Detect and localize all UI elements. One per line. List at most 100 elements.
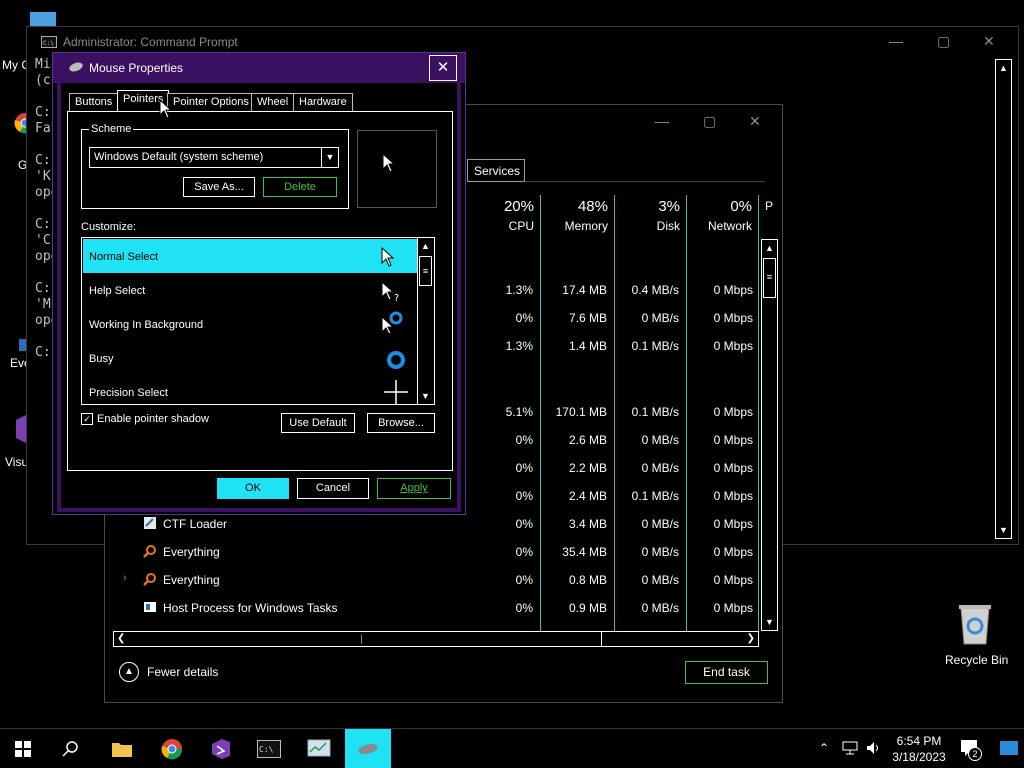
cpu-cell: 0% <box>515 517 533 531</box>
close-button[interactable]: ✕ <box>429 55 457 81</box>
command-prompt-button[interactable]: C:\ <box>246 729 292 768</box>
pointer-name: Precision Select <box>89 387 168 399</box>
memory-cell: 3.4 MB <box>568 517 607 531</box>
pointer-shadow-checkbox[interactable]: ✓ <box>81 413 93 425</box>
task-manager-button[interactable] <box>296 729 342 768</box>
pointer-list[interactable]: Normal Select Help Select ? Working In B… <box>81 237 435 405</box>
tab-buttons[interactable]: Buttons <box>69 93 119 112</box>
search-button[interactable] <box>48 729 94 768</box>
column-header-cpu[interactable]: 20% CPU <box>467 195 541 237</box>
tab-services[interactable]: Services <box>467 159 525 182</box>
cpu-total: 20% <box>503 198 534 215</box>
minimize-button[interactable]: — <box>655 113 669 129</box>
svg-text:?: ? <box>394 293 399 303</box>
scroll-up-icon[interactable]: ▲ <box>762 240 777 256</box>
search-icon <box>62 741 78 757</box>
disk-cell: 0.1 MB/s <box>631 339 679 353</box>
list-item[interactable]: Working In Background <box>83 307 417 341</box>
list-scrollbar[interactable]: ▲ ≡ ▼ <box>417 238 434 404</box>
tab-pointer-options[interactable]: Pointer Options <box>167 93 255 112</box>
disk-cell: 0 MB/s <box>641 601 679 615</box>
list-item[interactable]: Help Select ? <box>83 273 417 307</box>
column-header-network[interactable]: 0% Network <box>687 195 759 237</box>
process-name: Host Process for Windows Tasks <box>163 601 338 615</box>
disk-cell: 0.1 MB/s <box>631 405 679 419</box>
end-task-button[interactable]: End task <box>685 661 768 684</box>
scroll-left-icon[interactable]: ❮ <box>117 633 125 644</box>
network-cell: 0 Mbps <box>713 283 753 297</box>
column-header-power[interactable]: P <box>759 195 775 237</box>
memory-cell: 2.4 MB <box>568 489 607 503</box>
column-header-disk[interactable]: 3% Disk <box>615 195 687 237</box>
cpu-cell: 0% <box>515 489 533 503</box>
table-row[interactable]: Everything 0% 35.4 MB 0 MB/s 0 Mbps <box>113 538 761 566</box>
table-row[interactable]: › Everything 0% 0.8 MB 0 MB/s 0 Mbps <box>113 566 761 594</box>
tab-wheel[interactable]: Wheel <box>251 93 295 112</box>
desktop-icon-recycle-bin[interactable]: Recycle Bin <box>942 602 1008 672</box>
maximize-button[interactable]: ▢ <box>937 33 950 50</box>
window-title-bar: C:\ Administrator: Command Prompt <box>41 35 238 49</box>
network-icon[interactable] <box>842 741 858 755</box>
chevron-down-icon[interactable]: ▼ <box>321 148 338 167</box>
scroll-down-icon[interactable]: ▼ <box>418 388 433 404</box>
horizontal-scrollbar[interactable]: ❮ ⎸ ❯ <box>113 631 759 647</box>
desktop-icon-label: Visu <box>5 455 29 469</box>
scroll-down-icon[interactable]: ▼ <box>762 614 777 630</box>
notification-badge: 2 <box>968 747 982 761</box>
browse-button[interactable]: Browse... <box>367 413 435 433</box>
customize-label: Customize: <box>81 221 137 233</box>
chrome-button[interactable] <box>149 729 195 768</box>
apply-button[interactable]: Apply <box>377 478 451 499</box>
save-as-button[interactable]: Save As... <box>183 177 255 197</box>
list-item[interactable]: Normal Select <box>83 239 417 273</box>
volume-icon[interactable] <box>866 741 882 755</box>
list-item[interactable]: Busy <box>83 341 417 375</box>
vertical-scrollbar[interactable]: ▲ ▼ <box>995 59 1012 539</box>
scroll-up-icon[interactable]: ▲ <box>418 238 433 254</box>
action-center-button[interactable]: 2 <box>958 737 984 763</box>
close-button[interactable]: ✕ <box>749 113 761 130</box>
use-default-button[interactable]: Use Default <box>281 413 355 433</box>
scroll-thumb[interactable]: ≡ <box>419 256 432 286</box>
cpu-cell: 0% <box>515 461 533 475</box>
table-row[interactable]: Host Process for Windows Tasks 0% 0.9 MB… <box>113 594 761 622</box>
ok-button[interactable]: OK <box>217 478 289 499</box>
start-button[interactable] <box>0 729 46 768</box>
chevron-right-icon[interactable]: › <box>123 572 127 584</box>
file-explorer-button[interactable] <box>99 729 145 768</box>
scroll-down-icon[interactable]: ▼ <box>996 522 1011 538</box>
svg-text:C:\: C:\ <box>259 745 274 754</box>
scheme-dropdown[interactable]: Windows Default (system scheme) ▼ <box>89 147 339 168</box>
chevron-up-icon[interactable]: ⌃ <box>819 741 829 755</box>
maximize-button[interactable]: ▢ <box>703 113 716 130</box>
memory-cell: 17.4 MB <box>562 283 607 297</box>
close-button[interactable]: ✕ <box>983 33 995 50</box>
scroll-thumb[interactable]: ⎸ <box>130 632 602 646</box>
disk-total: 3% <box>658 198 680 215</box>
memory-cell: 0.9 MB <box>568 601 607 615</box>
fewer-details-button[interactable]: ▲ Fewer details <box>119 662 218 682</box>
windows-logo-icon <box>15 741 31 757</box>
cmd-icon: C:\ <box>41 36 57 48</box>
scroll-up-icon[interactable]: ▲ <box>996 60 1011 76</box>
cmd-icon: C:\ <box>257 740 281 758</box>
memory-cell: 0.8 MB <box>568 573 607 587</box>
minimize-button[interactable]: — <box>889 33 903 49</box>
network-cell: 0 Mbps <box>713 573 753 587</box>
mouse-properties-dialog[interactable]: Mouse Properties ✕ Buttons Pointers Poin… <box>52 52 466 515</box>
scroll-right-icon[interactable]: ❯ <box>747 633 755 644</box>
show-desktop-button[interactable] <box>1000 741 1018 755</box>
mouse-properties-button[interactable] <box>345 729 391 768</box>
column-header-memory[interactable]: 48% Memory <box>541 195 615 237</box>
arrow-cursor-icon <box>382 153 396 173</box>
scheme-group <box>81 129 349 209</box>
delete-button[interactable]: Delete <box>263 177 337 197</box>
system-clock[interactable]: 6:54 PM 3/18/2023 <box>888 733 950 765</box>
vertical-scrollbar[interactable]: ▲ ≡ ▼ <box>761 239 778 631</box>
tab-hardware[interactable]: Hardware <box>293 93 353 112</box>
cancel-button[interactable]: Cancel <box>297 478 369 499</box>
visual-studio-button[interactable] <box>198 729 244 768</box>
pointer-shadow-option[interactable]: ✓ Enable pointer shadow <box>81 413 209 425</box>
scroll-thumb[interactable]: ≡ <box>763 258 776 298</box>
list-item[interactable]: Precision Select <box>83 375 417 404</box>
